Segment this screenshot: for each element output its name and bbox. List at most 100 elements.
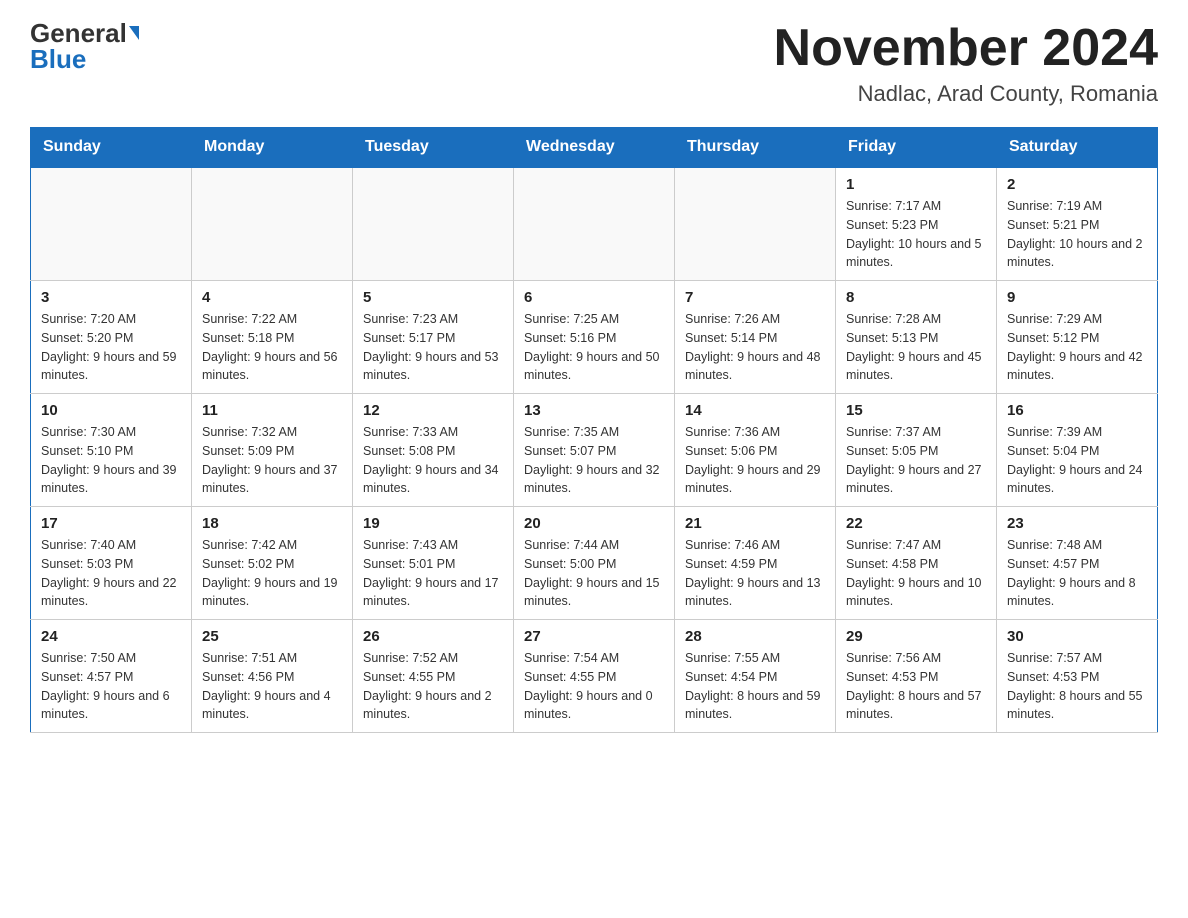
day-info: Sunrise: 7:37 AM Sunset: 5:05 PM Dayligh… [846, 423, 986, 498]
day-info: Sunrise: 7:54 AM Sunset: 4:55 PM Dayligh… [524, 649, 664, 724]
calendar-cell: 8 Sunrise: 7:28 AM Sunset: 5:13 PM Daylig… [836, 281, 997, 394]
day-number: 29 [846, 628, 986, 645]
day-number: 19 [363, 515, 503, 532]
day-info: Sunrise: 7:20 AM Sunset: 5:20 PM Dayligh… [41, 310, 181, 385]
day-number: 26 [363, 628, 503, 645]
calendar-cell: 3Sunrise: 7:20 AM Sunset: 5:20 PM Daylig… [31, 281, 192, 394]
calendar-week-row: 17Sunrise: 7:40 AM Sunset: 5:03 PM Dayli… [31, 507, 1158, 620]
calendar-week-row: 10 Sunrise: 7:30 AM Sunset: 5:10 PM Dayli… [31, 394, 1158, 507]
day-info: Sunrise: 7:26 AM Sunset: 5:14 PM Dayligh… [685, 310, 825, 385]
column-header-monday: Monday [192, 128, 353, 168]
calendar-cell: 12 Sunrise: 7:33 AM Sunset: 5:08 PM Dayli… [353, 394, 514, 507]
calendar-cell: 9Sunrise: 7:29 AM Sunset: 5:12 PM Daylig… [997, 281, 1158, 394]
day-info: Sunrise: 7:29 AM Sunset: 5:12 PM Dayligh… [1007, 310, 1147, 385]
calendar-cell: 30 Sunrise: 7:57 AM Sunset: 4:53 PM Dayli… [997, 620, 1158, 733]
calendar-cell: 20Sunrise: 7:44 AM Sunset: 5:00 PM Dayli… [514, 507, 675, 620]
calendar-cell: 23 Sunrise: 7:48 AM Sunset: 4:57 PM Dayli… [997, 507, 1158, 620]
calendar-cell: 25 Sunrise: 7:51 AM Sunset: 4:56 PM Dayli… [192, 620, 353, 733]
day-info: Sunrise: 7:52 AM Sunset: 4:55 PM Dayligh… [363, 649, 503, 724]
calendar-cell: 2 Sunrise: 7:19 AM Sunset: 5:21 PM Daylig… [997, 167, 1158, 281]
column-header-sunday: Sunday [31, 128, 192, 168]
day-info: Sunrise: 7:30 AM Sunset: 5:10 PM Dayligh… [41, 423, 181, 498]
day-number: 21 [685, 515, 825, 532]
calendar-cell [675, 167, 836, 281]
day-info: Sunrise: 7:39 AM Sunset: 5:04 PM Dayligh… [1007, 423, 1147, 498]
day-number: 16 [1007, 402, 1147, 419]
calendar-cell: 24Sunrise: 7:50 AM Sunset: 4:57 PM Dayli… [31, 620, 192, 733]
calendar-week-row: 1 Sunrise: 7:17 AM Sunset: 5:23 PM Daylig… [31, 167, 1158, 281]
day-number: 22 [846, 515, 986, 532]
calendar-cell: 1 Sunrise: 7:17 AM Sunset: 5:23 PM Daylig… [836, 167, 997, 281]
calendar-week-row: 24Sunrise: 7:50 AM Sunset: 4:57 PM Dayli… [31, 620, 1158, 733]
day-info: Sunrise: 7:57 AM Sunset: 4:53 PM Dayligh… [1007, 649, 1147, 724]
calendar-table: SundayMondayTuesdayWednesdayThursdayFrid… [30, 127, 1158, 733]
day-info: Sunrise: 7:22 AM Sunset: 5:18 PM Dayligh… [202, 310, 342, 385]
calendar-cell [31, 167, 192, 281]
calendar-cell: 16 Sunrise: 7:39 AM Sunset: 5:04 PM Dayli… [997, 394, 1158, 507]
calendar-cell: 19 Sunrise: 7:43 AM Sunset: 5:01 PM Dayli… [353, 507, 514, 620]
day-info: Sunrise: 7:50 AM Sunset: 4:57 PM Dayligh… [41, 649, 181, 724]
day-number: 13 [524, 402, 664, 419]
calendar-header-row: SundayMondayTuesdayWednesdayThursdayFrid… [31, 128, 1158, 168]
calendar-cell: 14Sunrise: 7:36 AM Sunset: 5:06 PM Dayli… [675, 394, 836, 507]
calendar-cell [514, 167, 675, 281]
day-number: 4 [202, 289, 342, 306]
day-number: 27 [524, 628, 664, 645]
page-header: General Blue November 2024 Nadlac, Arad … [30, 20, 1158, 107]
calendar-cell: 26 Sunrise: 7:52 AM Sunset: 4:55 PM Dayli… [353, 620, 514, 733]
calendar-cell: 18 Sunrise: 7:42 AM Sunset: 5:02 PM Dayli… [192, 507, 353, 620]
day-info: Sunrise: 7:19 AM Sunset: 5:21 PM Dayligh… [1007, 197, 1147, 272]
day-number: 25 [202, 628, 342, 645]
day-info: Sunrise: 7:51 AM Sunset: 4:56 PM Dayligh… [202, 649, 342, 724]
day-info: Sunrise: 7:55 AM Sunset: 4:54 PM Dayligh… [685, 649, 825, 724]
calendar-cell [192, 167, 353, 281]
day-number: 14 [685, 402, 825, 419]
day-number: 7 [685, 289, 825, 306]
calendar-cell [353, 167, 514, 281]
column-header-tuesday: Tuesday [353, 128, 514, 168]
day-number: 2 [1007, 176, 1147, 193]
day-number: 17 [41, 515, 181, 532]
day-info: Sunrise: 7:47 AM Sunset: 4:58 PM Dayligh… [846, 536, 986, 611]
calendar-cell: 17Sunrise: 7:40 AM Sunset: 5:03 PM Dayli… [31, 507, 192, 620]
day-info: Sunrise: 7:44 AM Sunset: 5:00 PM Dayligh… [524, 536, 664, 611]
day-number: 11 [202, 402, 342, 419]
logo: General Blue [30, 20, 139, 72]
day-number: 23 [1007, 515, 1147, 532]
calendar-cell: 21 Sunrise: 7:46 AM Sunset: 4:59 PM Dayli… [675, 507, 836, 620]
day-info: Sunrise: 7:33 AM Sunset: 5:08 PM Dayligh… [363, 423, 503, 498]
day-info: Sunrise: 7:48 AM Sunset: 4:57 PM Dayligh… [1007, 536, 1147, 611]
day-info: Sunrise: 7:56 AM Sunset: 4:53 PM Dayligh… [846, 649, 986, 724]
day-info: Sunrise: 7:17 AM Sunset: 5:23 PM Dayligh… [846, 197, 986, 272]
day-number: 12 [363, 402, 503, 419]
day-info: Sunrise: 7:35 AM Sunset: 5:07 PM Dayligh… [524, 423, 664, 498]
calendar-cell: 27 Sunrise: 7:54 AM Sunset: 4:55 PM Dayli… [514, 620, 675, 733]
calendar-week-row: 3Sunrise: 7:20 AM Sunset: 5:20 PM Daylig… [31, 281, 1158, 394]
day-info: Sunrise: 7:43 AM Sunset: 5:01 PM Dayligh… [363, 536, 503, 611]
column-header-saturday: Saturday [997, 128, 1158, 168]
day-info: Sunrise: 7:42 AM Sunset: 5:02 PM Dayligh… [202, 536, 342, 611]
day-number: 10 [41, 402, 181, 419]
day-info: Sunrise: 7:28 AM Sunset: 5:13 PM Dayligh… [846, 310, 986, 385]
calendar-cell: 13 Sunrise: 7:35 AM Sunset: 5:07 PM Dayli… [514, 394, 675, 507]
day-number: 5 [363, 289, 503, 306]
calendar-cell: 22 Sunrise: 7:47 AM Sunset: 4:58 PM Dayli… [836, 507, 997, 620]
day-number: 30 [1007, 628, 1147, 645]
calendar-cell: 5 Sunrise: 7:23 AM Sunset: 5:17 PM Daylig… [353, 281, 514, 394]
day-info: Sunrise: 7:46 AM Sunset: 4:59 PM Dayligh… [685, 536, 825, 611]
calendar-cell: 7 Sunrise: 7:26 AM Sunset: 5:14 PM Daylig… [675, 281, 836, 394]
day-info: Sunrise: 7:32 AM Sunset: 5:09 PM Dayligh… [202, 423, 342, 498]
day-number: 18 [202, 515, 342, 532]
logo-blue-text: Blue [30, 46, 86, 72]
logo-general-text: General [30, 20, 127, 46]
calendar-cell: 6Sunrise: 7:25 AM Sunset: 5:16 PM Daylig… [514, 281, 675, 394]
location-title: Nadlac, Arad County, Romania [774, 81, 1158, 107]
calendar-cell: 15Sunrise: 7:37 AM Sunset: 5:05 PM Dayli… [836, 394, 997, 507]
day-number: 8 [846, 289, 986, 306]
column-header-thursday: Thursday [675, 128, 836, 168]
day-info: Sunrise: 7:23 AM Sunset: 5:17 PM Dayligh… [363, 310, 503, 385]
logo-triangle-icon [129, 26, 139, 40]
calendar-cell: 28Sunrise: 7:55 AM Sunset: 4:54 PM Dayli… [675, 620, 836, 733]
day-number: 1 [846, 176, 986, 193]
calendar-cell: 11 Sunrise: 7:32 AM Sunset: 5:09 PM Dayli… [192, 394, 353, 507]
